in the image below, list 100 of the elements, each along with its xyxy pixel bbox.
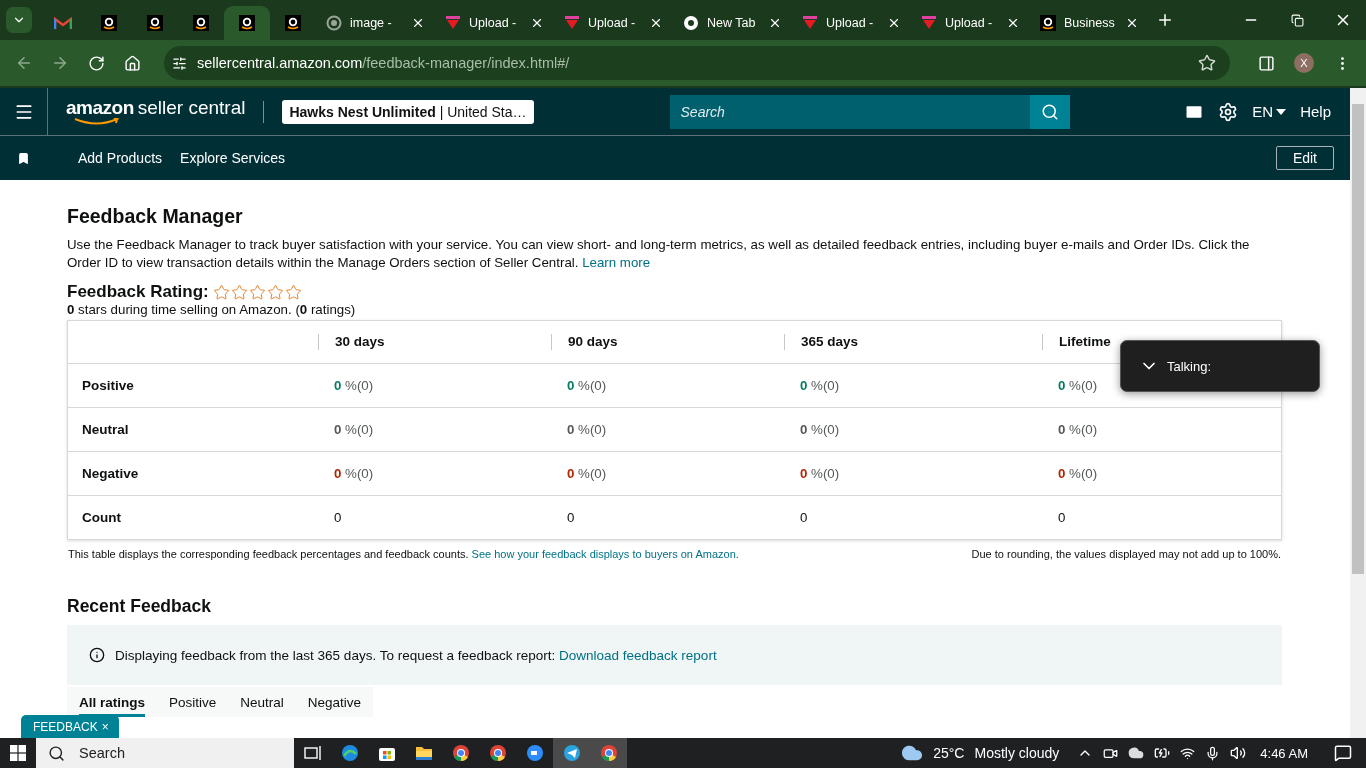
rounding-note: Due to rounding, the values displayed may not add up to 100%. (971, 548, 1281, 560)
filter-tab[interactable]: Neutral (240, 687, 284, 717)
browser-icon[interactable] (599, 744, 618, 762)
browser-tab[interactable]: Business (1030, 6, 1149, 40)
info-icon (89, 647, 105, 663)
star-icon[interactable] (1198, 54, 1216, 72)
row-header: Neutral (81, 422, 130, 437)
filter-tab[interactable]: Positive (169, 687, 217, 717)
close-icon[interactable] (1125, 16, 1139, 30)
info-text: Displaying feedback from the last 365 days. To request a feedback report: Download feedback report (115, 647, 717, 663)
video-app-icon[interactable] (525, 744, 544, 762)
cloud-icon[interactable] (1128, 745, 1145, 761)
home-icon[interactable] (123, 54, 141, 72)
talking-popup[interactable]: Talking: (1120, 340, 1320, 392)
table-cell-text: 0 %(0) (566, 466, 608, 481)
browser-tab[interactable]: Upload - (554, 6, 673, 40)
battery-icon[interactable] (1154, 745, 1171, 761)
side-panel-icon[interactable] (1257, 54, 1275, 72)
smile-icon (193, 15, 209, 31)
volume-icon[interactable] (1230, 745, 1247, 761)
wifi-icon[interactable] (1180, 745, 1196, 761)
section-title: Recent Feedback (67, 596, 212, 617)
smile-icon (101, 15, 117, 31)
browser-tab[interactable]: Upload - (911, 6, 1030, 40)
close-icon[interactable] (530, 16, 544, 30)
table-cell-text: 0 %(0) (566, 422, 608, 437)
clock[interactable]: 4:46 AM (1260, 745, 1308, 761)
close-icon[interactable] (887, 16, 901, 30)
logo[interactable]: amazon seller central (66, 96, 246, 127)
settings-icon[interactable] (1218, 101, 1239, 122)
nav-link[interactable]: Explore Services (180, 150, 286, 166)
browser-tab[interactable]: Upload - (435, 6, 554, 40)
reload-icon[interactable] (87, 54, 105, 72)
back-icon[interactable] (15, 54, 33, 72)
browser-icon[interactable] (451, 744, 470, 762)
feedback-display-link[interactable]: See how your feedback displays to buyers on Amazon. (471, 548, 739, 560)
close-icon[interactable] (649, 16, 663, 30)
table-cell-text: 0 %(0) (1057, 378, 1099, 393)
microphone-icon[interactable] (1205, 745, 1221, 761)
filter-tab[interactable]: Negative (307, 687, 362, 717)
table-cell-text: 0 %(0) (1057, 466, 1099, 481)
bookmark-icon[interactable] (17, 151, 30, 165)
search-icon[interactable] (48, 744, 65, 762)
smile-icon (147, 15, 163, 31)
browser-tab[interactable] (224, 6, 270, 40)
scrollbar[interactable] (1350, 88, 1366, 738)
url-text: sellercentral.amazon.com/feedback-manager/index.html#/ (197, 55, 570, 71)
column-header: 90 days (551, 334, 784, 350)
browser-tab[interactable]: image - (316, 6, 435, 40)
row-header: Positive (81, 378, 135, 393)
table-note: This table displays the corresponding feedback percentages and feedback counts. See how your feedback displays to buyers on Amazon. (68, 548, 739, 560)
learn-more-link[interactable]: Learn more (582, 255, 651, 270)
restore-icon[interactable] (1290, 13, 1304, 27)
row-header: Negative (81, 466, 140, 481)
address-bar[interactable]: sellercentral.amazon.com/feedback-manager/index.html#/ (164, 46, 1230, 80)
edit-button[interactable]: Edit (1275, 146, 1334, 170)
wave-icon[interactable] (340, 744, 359, 762)
download-report-link[interactable]: Download feedback report (559, 647, 717, 663)
nav-link[interactable]: Add Products (78, 150, 163, 166)
site-settings-icon[interactable] (172, 55, 187, 71)
triangle-icon (564, 16, 580, 30)
table-cell-text: 0 (566, 510, 576, 525)
table-cell-text: 0 %(0) (333, 422, 375, 437)
new-tab-icon[interactable] (1156, 11, 1174, 29)
language-selector[interactable]: EN (1252, 103, 1287, 120)
notifications-icon[interactable] (1334, 744, 1352, 762)
taskbar-search[interactable]: Search (36, 738, 294, 768)
table-cell-text: 0 %(0) (799, 422, 841, 437)
windows-icon[interactable] (10, 745, 26, 761)
forward-icon[interactable] (51, 54, 69, 72)
description: Use the Feedback Manager to track buyer satisfaction with your service. You can view short- and long-term metrics, as well as detailed feedback entries, including buyer e-mails and Order IDs. Click the Order ID to view transaction details within the Manage Orders section of Seller Central. Learn more (67, 236, 1251, 272)
table-cell-text: 0 %(0) (799, 466, 841, 481)
taskbar-app[interactable] (590, 738, 627, 768)
close-icon[interactable] (1006, 16, 1020, 30)
folder-icon[interactable] (414, 745, 433, 761)
browser-icon[interactable] (488, 744, 507, 762)
row-header: Count (81, 510, 122, 525)
close-icon[interactable] (411, 16, 425, 30)
close-icon[interactable] (768, 16, 782, 30)
profile-avatar[interactable]: X (1294, 53, 1314, 73)
table-cell-text: 0 %(0) (566, 378, 608, 393)
smile-icon (285, 15, 301, 31)
tab-search-button[interactable] (6, 7, 32, 33)
browser-tab[interactable]: Upload - (792, 6, 911, 40)
page-title: Feedback Manager (67, 205, 244, 228)
triangle-icon (445, 16, 461, 30)
talking-label: Talking: (1167, 358, 1212, 374)
temperature: 25°C (933, 745, 965, 761)
caret-icon[interactable] (1276, 108, 1287, 115)
feedback-button[interactable]: FEEDBACK × (21, 715, 119, 738)
table-cell-text: 0 (333, 510, 343, 525)
task-view-icon[interactable] (303, 745, 322, 761)
triangle-icon (921, 16, 937, 30)
paper-plane-icon[interactable] (562, 744, 581, 762)
browser-tab[interactable]: New Tab (673, 6, 792, 40)
store-selector[interactable]: Hawks Nest Unlimited | United Sta… (282, 99, 534, 124)
smile-icon (1040, 15, 1056, 31)
taskbar-app[interactable] (553, 738, 590, 768)
rating-label: Feedback Rating: (67, 282, 209, 302)
help-link[interactable]: Help (1300, 103, 1331, 120)
